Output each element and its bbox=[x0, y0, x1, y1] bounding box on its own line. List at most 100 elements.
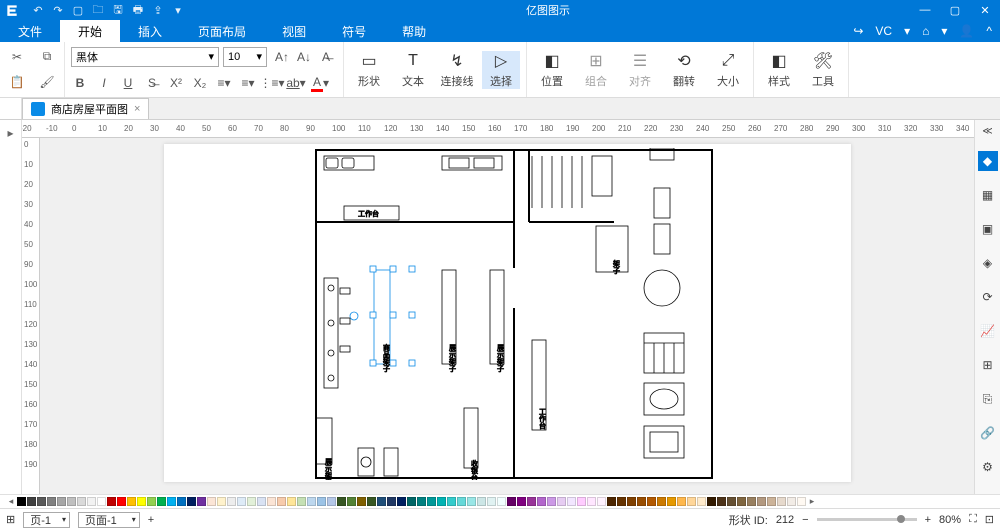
color-swatch[interactable] bbox=[647, 497, 656, 506]
color-swatch[interactable] bbox=[797, 497, 806, 506]
zoom-out-button[interactable]: − bbox=[802, 514, 808, 526]
color-swatch[interactable] bbox=[187, 497, 196, 506]
color-swatch[interactable] bbox=[557, 497, 566, 506]
comment-panel-icon[interactable]: ⎘ bbox=[978, 389, 998, 409]
color-swatch[interactable] bbox=[417, 497, 426, 506]
print-icon[interactable]: 🖶 bbox=[130, 2, 146, 18]
color-swatch[interactable] bbox=[57, 497, 66, 506]
color-swatch[interactable] bbox=[577, 497, 586, 506]
table-panel-icon[interactable]: ⊞ bbox=[978, 355, 998, 375]
open-icon[interactable]: 🗀 bbox=[90, 2, 106, 18]
color-swatch[interactable] bbox=[737, 497, 746, 506]
color-swatch[interactable] bbox=[157, 497, 166, 506]
vc-dropdown-icon[interactable]: ▾ bbox=[900, 24, 914, 38]
color-swatch[interactable] bbox=[477, 497, 486, 506]
color-swatch[interactable] bbox=[327, 497, 336, 506]
layers-panel-icon[interactable]: ◈ bbox=[978, 253, 998, 273]
color-swatch[interactable] bbox=[747, 497, 756, 506]
color-swatch[interactable] bbox=[547, 497, 556, 506]
color-swatch[interactable] bbox=[407, 497, 416, 506]
strike-button[interactable]: S̶ bbox=[143, 74, 161, 92]
color-swatch[interactable] bbox=[197, 497, 206, 506]
page[interactable]: 工作台 bbox=[164, 144, 851, 482]
text-tool[interactable]: T文本 bbox=[394, 51, 432, 89]
fullscreen-icon[interactable]: ⊡ bbox=[985, 513, 994, 526]
color-swatch[interactable] bbox=[607, 497, 616, 506]
clear-format-button[interactable]: A̶ bbox=[315, 48, 337, 66]
color-swatch[interactable] bbox=[317, 497, 326, 506]
color-swatch[interactable] bbox=[667, 497, 676, 506]
tab-start[interactable]: 开始 bbox=[60, 20, 120, 42]
tab-insert[interactable]: 插入 bbox=[120, 20, 180, 42]
tab-view[interactable]: 视图 bbox=[264, 20, 324, 42]
tab-file[interactable]: 文件 bbox=[0, 20, 60, 42]
copy-button[interactable]: ⧉ bbox=[36, 48, 58, 66]
bullet-button[interactable]: ⋮≡▾ bbox=[263, 74, 281, 92]
color-left-icon[interactable]: ◂ bbox=[6, 496, 16, 507]
italic-button[interactable]: I bbox=[95, 74, 113, 92]
color-swatch[interactable] bbox=[697, 497, 706, 506]
color-swatch[interactable] bbox=[287, 497, 296, 506]
color-swatch[interactable] bbox=[227, 497, 236, 506]
line-spacing-button[interactable]: ≡▾ bbox=[215, 74, 233, 92]
align-tool[interactable]: ☰对齐 bbox=[621, 51, 659, 89]
color-swatch[interactable] bbox=[617, 497, 626, 506]
color-swatch[interactable] bbox=[367, 497, 376, 506]
chart-panel-icon[interactable]: 📈 bbox=[978, 321, 998, 341]
color-swatch[interactable] bbox=[207, 497, 216, 506]
document-tab[interactable]: 商店房屋平面图 × bbox=[22, 98, 149, 119]
image-panel-icon[interactable]: ▣ bbox=[978, 219, 998, 239]
color-swatch[interactable] bbox=[427, 497, 436, 506]
fit-page-icon[interactable]: ⛶ bbox=[969, 513, 977, 526]
color-swatch[interactable] bbox=[277, 497, 286, 506]
color-swatch[interactable] bbox=[77, 497, 86, 506]
text-highlight-button[interactable]: ab▾ bbox=[287, 74, 305, 92]
font-size-select[interactable]: 10▾ bbox=[223, 47, 267, 67]
color-swatch[interactable] bbox=[97, 497, 106, 506]
save-icon[interactable]: 🖫 bbox=[110, 2, 126, 18]
color-swatch[interactable] bbox=[447, 497, 456, 506]
paste-button[interactable]: 📋 bbox=[6, 73, 28, 91]
color-swatch[interactable] bbox=[397, 497, 406, 506]
rotate-tool[interactable]: ⟲翻转 bbox=[665, 51, 703, 89]
color-swatch[interactable] bbox=[137, 497, 146, 506]
tools-tool[interactable]: 🛠工具 bbox=[804, 51, 842, 89]
collapse-ribbon-icon[interactable]: ^ bbox=[982, 24, 996, 38]
superscript-button[interactable]: X² bbox=[167, 74, 185, 92]
color-swatch[interactable] bbox=[167, 497, 176, 506]
color-swatch[interactable] bbox=[637, 497, 646, 506]
undo-icon[interactable]: ↶ bbox=[30, 2, 46, 18]
connector-tool[interactable]: ↯连接线 bbox=[438, 51, 476, 89]
color-swatch[interactable] bbox=[687, 497, 696, 506]
zoom-slider[interactable] bbox=[817, 518, 917, 521]
view-mode-icon[interactable]: ⊞ bbox=[6, 513, 15, 526]
subscript-button[interactable]: X₂ bbox=[191, 74, 209, 92]
color-swatch[interactable] bbox=[67, 497, 76, 506]
color-swatch[interactable] bbox=[767, 497, 776, 506]
maximize-button[interactable]: ▢ bbox=[940, 0, 970, 20]
new-icon[interactable]: ▢ bbox=[70, 2, 86, 18]
color-swatch[interactable] bbox=[307, 497, 316, 506]
color-right-icon[interactable]: ▸ bbox=[807, 496, 817, 507]
minimize-button[interactable]: — bbox=[910, 0, 940, 20]
qat-more-icon[interactable]: ▾ bbox=[170, 2, 186, 18]
color-swatch[interactable] bbox=[27, 497, 36, 506]
page-select-b[interactable]: 页面-1 bbox=[78, 512, 140, 528]
tab-symbol[interactable]: 符号 bbox=[324, 20, 384, 42]
color-swatch[interactable] bbox=[87, 497, 96, 506]
color-swatch[interactable] bbox=[337, 497, 346, 506]
color-swatch[interactable] bbox=[727, 497, 736, 506]
color-swatch[interactable] bbox=[537, 497, 546, 506]
color-swatch[interactable] bbox=[707, 497, 716, 506]
group-tool[interactable]: ⊞组合 bbox=[577, 51, 615, 89]
close-tab-icon[interactable]: × bbox=[134, 103, 140, 115]
tab-page-layout[interactable]: 页面布局 bbox=[180, 20, 264, 42]
color-swatch[interactable] bbox=[457, 497, 466, 506]
color-swatch[interactable] bbox=[627, 497, 636, 506]
font-shrink-button[interactable]: A↓ bbox=[293, 48, 315, 66]
gift-icon[interactable]: ⌂ bbox=[918, 24, 933, 38]
select-tool[interactable]: ▷选择 bbox=[482, 51, 520, 89]
color-swatch[interactable] bbox=[257, 497, 266, 506]
color-swatch[interactable] bbox=[517, 497, 526, 506]
collapse-panel-icon[interactable]: ≪ bbox=[982, 126, 992, 137]
